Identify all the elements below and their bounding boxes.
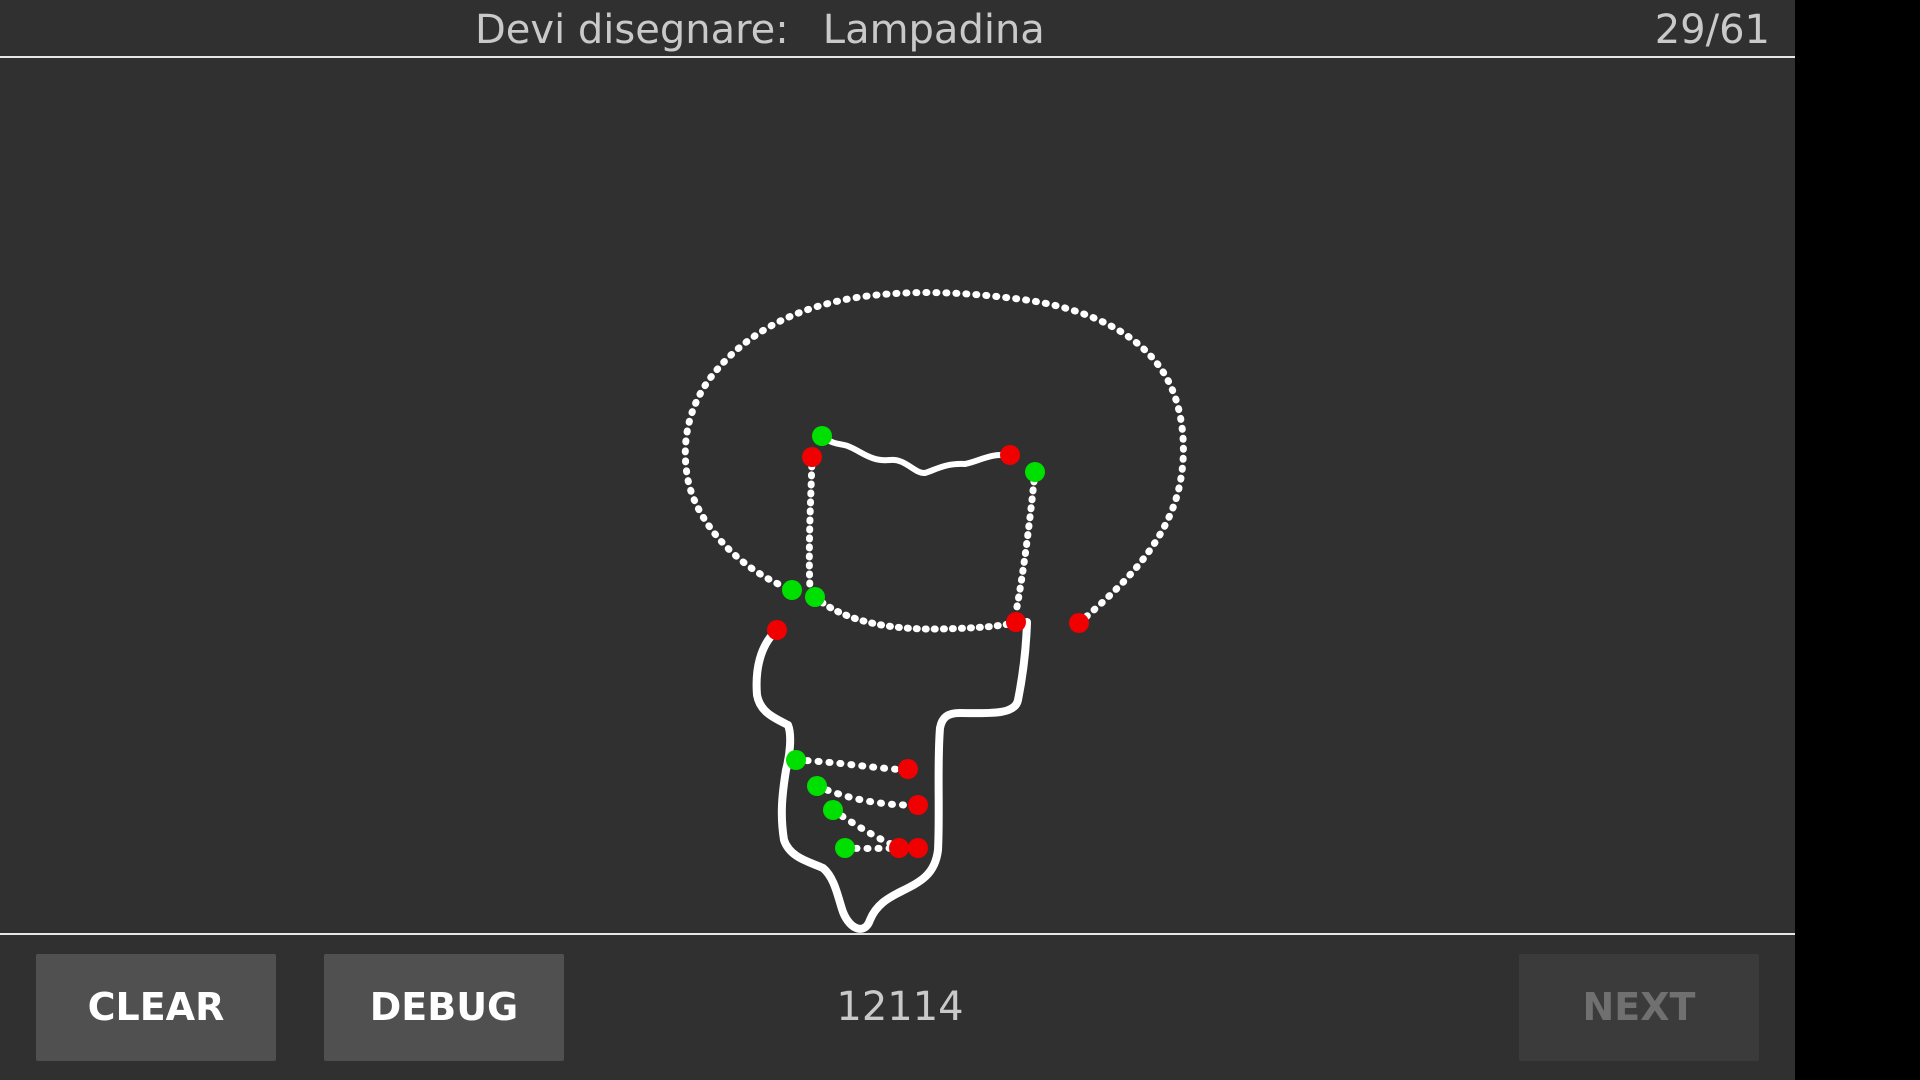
stroke-start-marker	[835, 838, 855, 858]
drawing-game-screen: Devi disegnare: Lampadina 29/61 CLEAR DE…	[0, 0, 1795, 1080]
sketch-svg	[681, 289, 1187, 933]
sketch-stroke	[1012, 468, 1039, 616]
clear-button[interactable]: CLEAR	[36, 954, 276, 1061]
stroke-end-marker	[908, 795, 928, 815]
stroke-start-marker	[807, 776, 827, 796]
stroke-end-marker	[1006, 612, 1026, 632]
screen-edge	[1795, 0, 1920, 1080]
stroke-start-marker	[1025, 462, 1045, 482]
sketch-strokes	[681, 289, 1187, 933]
sketch-stroke	[681, 289, 1187, 627]
score-readout: 12114	[836, 984, 964, 1030]
sketch-stroke	[811, 593, 1020, 633]
stroke-start-marker	[786, 750, 806, 770]
stroke-end-marker	[889, 838, 909, 858]
stroke-end-marker	[1069, 613, 1089, 633]
stroke-end-marker	[1000, 445, 1020, 465]
debug-button[interactable]: DEBUG	[324, 954, 564, 1061]
drawing-prompt: Devi disegnare: Lampadina	[475, 4, 1045, 56]
drawing-canvas[interactable]	[0, 58, 1795, 933]
stroke-start-marker	[782, 580, 802, 600]
stroke-end-marker	[802, 447, 822, 467]
sketch-stroke	[805, 453, 816, 594]
stroke-start-marker	[812, 426, 832, 446]
stroke-end-marker	[908, 838, 928, 858]
footer-divider	[0, 933, 1795, 935]
stroke-start-marker	[823, 800, 843, 820]
progress-counter: 29/61	[1654, 7, 1770, 53]
stroke-start-marker	[805, 587, 825, 607]
stroke-end-marker	[898, 759, 918, 779]
sketch-stroke	[752, 618, 1031, 933]
prompt-label: Devi disegnare:	[475, 7, 789, 53]
next-button[interactable]: NEXT	[1519, 954, 1759, 1061]
target-word: Lampadina	[822, 7, 1045, 53]
sketch-stroke	[792, 756, 912, 774]
header-bar: Devi disegnare: Lampadina 29/61	[0, 0, 1795, 57]
sketch-stroke	[820, 434, 1013, 476]
stroke-end-marker	[767, 620, 787, 640]
stroke-markers	[767, 426, 1089, 858]
